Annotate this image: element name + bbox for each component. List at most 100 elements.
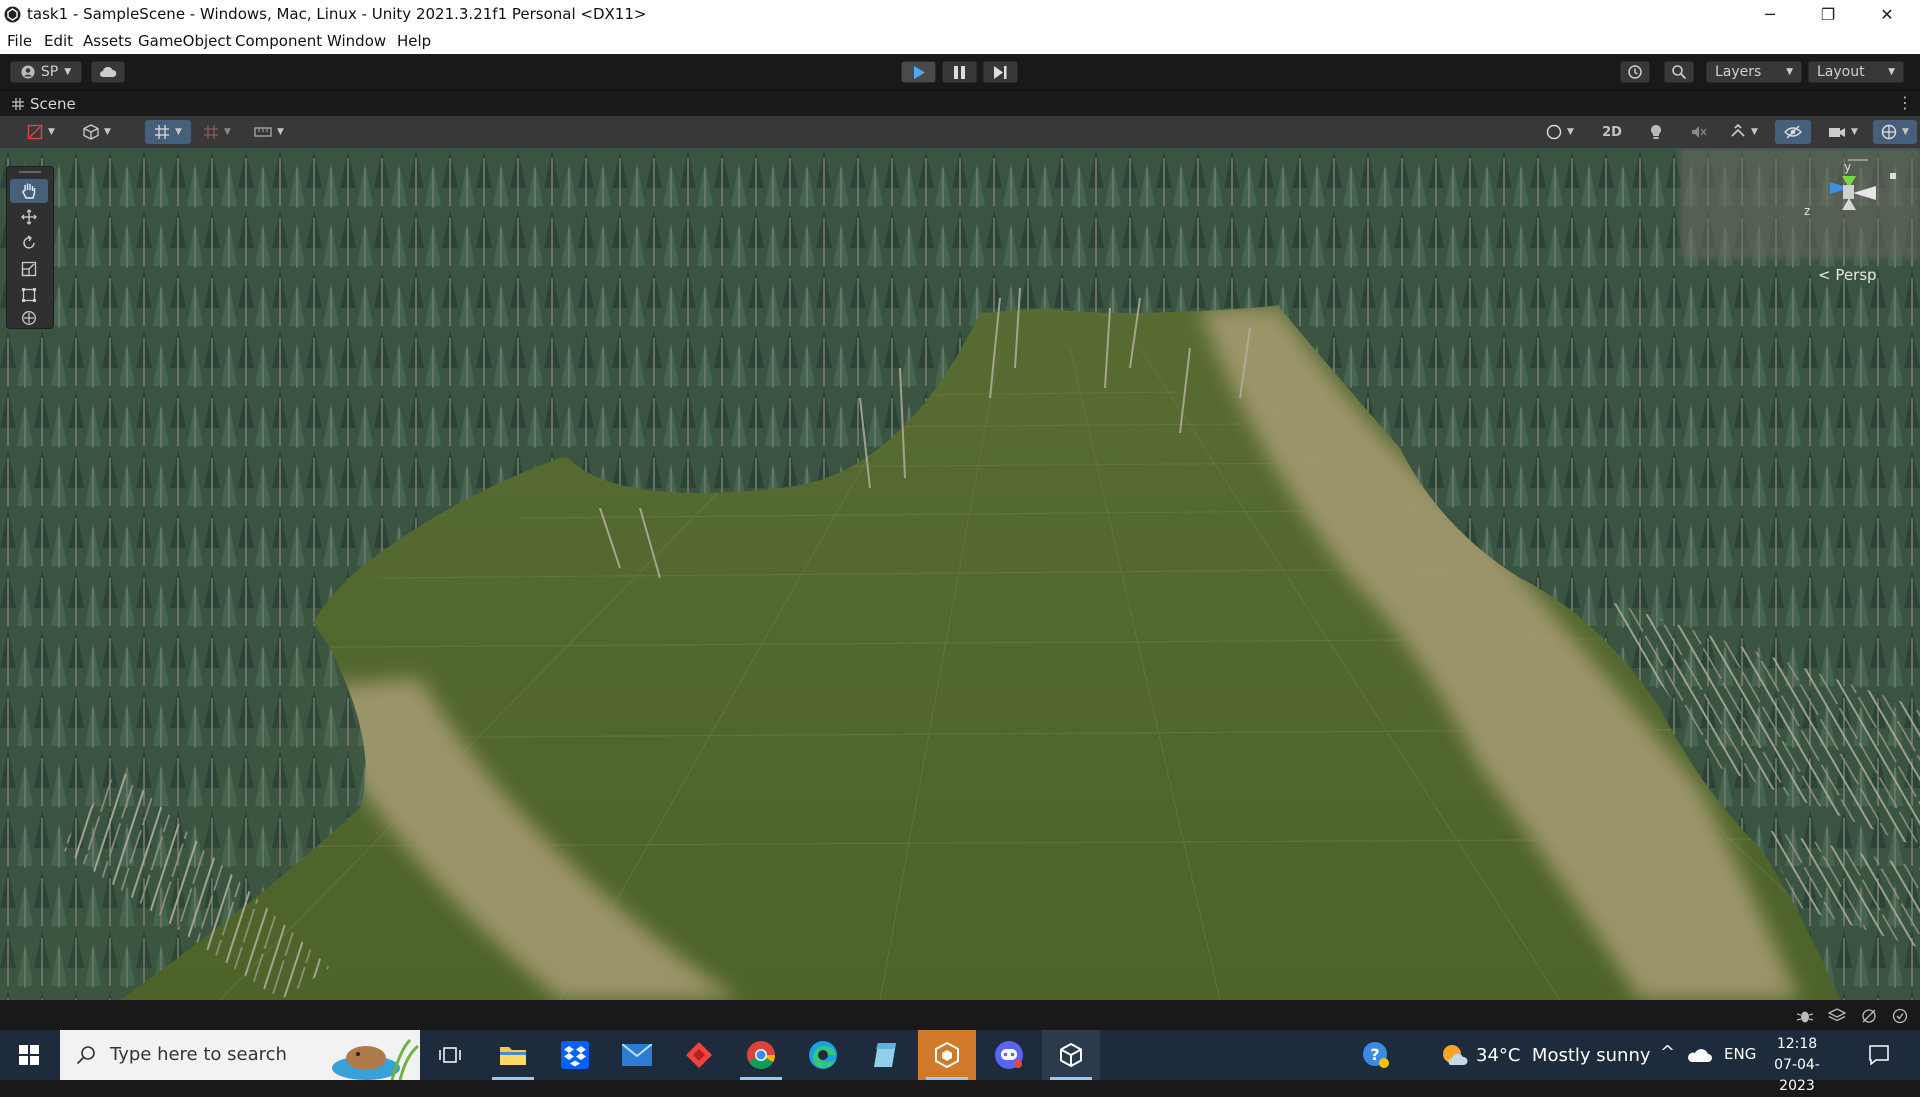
audio-toggle[interactable] xyxy=(1683,120,1715,144)
discord-taskbar-button[interactable] xyxy=(980,1030,1038,1080)
chevron-down-icon: ▼ xyxy=(64,67,72,77)
scene-visibility-toggle[interactable] xyxy=(1775,120,1811,144)
stack-icon[interactable] xyxy=(1828,1008,1846,1024)
more-options-icon[interactable]: ⋮ xyxy=(1897,93,1913,112)
no-network-icon[interactable] xyxy=(1860,1008,1878,1024)
windows-logo-icon xyxy=(19,1045,39,1065)
chevron-down-icon: ▼ xyxy=(277,127,284,137)
pause-button[interactable] xyxy=(942,61,977,83)
weather-widget[interactable]: 34°C Mostly sunny xyxy=(1440,1030,1651,1080)
taskbar-search-box[interactable]: Type here to search xyxy=(60,1030,420,1080)
menu-help[interactable]: Help xyxy=(397,32,431,50)
speaker-muted-icon xyxy=(1692,126,1707,138)
transform-icon xyxy=(22,311,36,325)
edge-icon xyxy=(809,1041,837,1069)
language-indicator[interactable]: ENG xyxy=(1724,1045,1756,1063)
mail-taskbar-button[interactable] xyxy=(608,1030,666,1080)
chevron-down-icon: ▼ xyxy=(1888,67,1895,77)
search-button[interactable] xyxy=(1664,61,1694,83)
menu-component[interactable]: Component xyxy=(235,32,322,50)
window-title: task1 - SampleScene - Windows, Mac, Linu… xyxy=(27,5,647,23)
notification-center-icon[interactable] xyxy=(1868,1044,1890,1066)
tab-scene[interactable]: Scene xyxy=(30,95,76,113)
chrome-taskbar-button[interactable] xyxy=(732,1030,790,1080)
shading-dropdown[interactable]: ▼ xyxy=(1537,120,1583,144)
clock[interactable]: 12:18 07-04-2023 xyxy=(1762,1034,1832,1097)
file-explorer-taskbar-button[interactable] xyxy=(484,1030,542,1080)
hand-tool-button[interactable] xyxy=(10,179,48,203)
bug-icon[interactable] xyxy=(1796,1008,1814,1024)
layers-dropdown[interactable]: Layers ▼ xyxy=(1706,61,1802,83)
close-button[interactable]: ✕ xyxy=(1864,0,1910,29)
2d-toggle-button[interactable]: 2D xyxy=(1592,120,1632,144)
rect-tool-button[interactable] xyxy=(10,283,48,307)
chevron-down-icon: ▼ xyxy=(1851,127,1858,137)
play-button[interactable] xyxy=(901,61,936,83)
start-button[interactable] xyxy=(0,1030,58,1080)
folder-icon xyxy=(500,1047,526,1065)
svg-text:?: ? xyxy=(1370,1045,1379,1064)
status-bar xyxy=(0,1000,1920,1030)
onedrive-icon[interactable] xyxy=(1688,1047,1712,1063)
draw-mode-dropdown[interactable]: ▼ xyxy=(18,120,64,144)
grid-snapping-toggle[interactable]: ▼ xyxy=(145,120,191,144)
render-mode-dropdown[interactable]: ▼ xyxy=(74,120,120,144)
lighting-toggle[interactable] xyxy=(1640,120,1672,144)
anydesk-taskbar-button[interactable] xyxy=(670,1030,728,1080)
account-dropdown[interactable]: SP ▼ xyxy=(10,61,82,83)
gizmos-dropdown[interactable]: ▼ xyxy=(1873,120,1917,144)
transform-tool-button[interactable] xyxy=(10,309,48,327)
edge-taskbar-button[interactable] xyxy=(794,1030,852,1080)
effects-dropdown[interactable]: ▼ xyxy=(1722,120,1766,144)
pause-icon xyxy=(954,65,965,79)
cloud-icon xyxy=(100,66,117,77)
search-icon xyxy=(1672,65,1687,80)
main-toolbar: SP ▼ Layers ▼ Layout ▼ xyxy=(0,54,1920,90)
check-circle-icon[interactable] xyxy=(1892,1008,1908,1024)
unity-editor-taskbar-button[interactable] xyxy=(1042,1030,1100,1080)
scene-viewport[interactable] xyxy=(0,148,1920,1000)
menu-window[interactable]: Window xyxy=(327,32,386,50)
menu-gameobject[interactable]: GameObject xyxy=(138,32,232,50)
projection-toggle[interactable]: < Persp xyxy=(1818,266,1877,284)
scale-tool-button[interactable] xyxy=(10,257,48,281)
chrome-icon xyxy=(747,1041,775,1069)
task-view-button[interactable] xyxy=(421,1030,479,1080)
step-button[interactable] xyxy=(983,61,1018,83)
unity-hub-taskbar-button[interactable] xyxy=(918,1030,976,1080)
menu-bar: File Edit Assets GameObject Component Wi… xyxy=(0,29,1920,54)
search-placeholder: Type here to search xyxy=(110,1044,287,1065)
menu-assets[interactable]: Assets xyxy=(83,32,132,50)
minimize-button[interactable]: ─ xyxy=(1747,0,1793,29)
menu-file[interactable]: File xyxy=(7,32,32,50)
cloud-button[interactable] xyxy=(91,61,125,83)
step-icon xyxy=(994,65,1007,79)
transform-tools-panel xyxy=(6,166,54,329)
menu-edit[interactable]: Edit xyxy=(44,32,73,50)
account-icon xyxy=(21,65,35,79)
move-tool-button[interactable] xyxy=(10,205,48,229)
maximize-button[interactable]: ❐ xyxy=(1805,0,1851,29)
undo-history-button[interactable] xyxy=(1620,61,1650,83)
help-tray-button[interactable]: ? xyxy=(1362,1041,1390,1073)
unity-hub-icon xyxy=(935,1041,959,1069)
layout-dropdown[interactable]: Layout ▼ xyxy=(1808,61,1904,83)
mail-icon xyxy=(622,1044,652,1066)
rotate-tool-button[interactable] xyxy=(10,231,48,255)
windows-taskbar: Type here to search ? 34°C Mostly sunny … xyxy=(0,1030,1920,1094)
increment-snap-dropdown[interactable]: ▼ xyxy=(246,120,292,144)
history-icon xyxy=(1628,65,1642,79)
layout-label: Layout xyxy=(1817,64,1865,80)
discord-icon xyxy=(995,1041,1023,1069)
dropbox-taskbar-button[interactable] xyxy=(546,1030,604,1080)
scene-view-toolbar: ▼ ▼ ▼ ▼ ▼ ▼ 2D ▼ ▼ ▼ xyxy=(0,116,1920,149)
orientation-gizmo[interactable]: y z < Persp xyxy=(1790,156,1910,286)
grid-icon xyxy=(155,125,170,139)
notes-taskbar-button[interactable] xyxy=(856,1030,914,1080)
chevron-up-icon[interactable]: ^ xyxy=(1660,1042,1675,1063)
effects-icon xyxy=(1731,124,1745,137)
rect-transform-icon xyxy=(22,288,36,302)
snap-increment-dropdown[interactable]: ▼ xyxy=(198,120,236,144)
panel-drag-handle[interactable] xyxy=(19,171,41,173)
camera-settings-dropdown[interactable]: ▼ xyxy=(1820,120,1866,144)
